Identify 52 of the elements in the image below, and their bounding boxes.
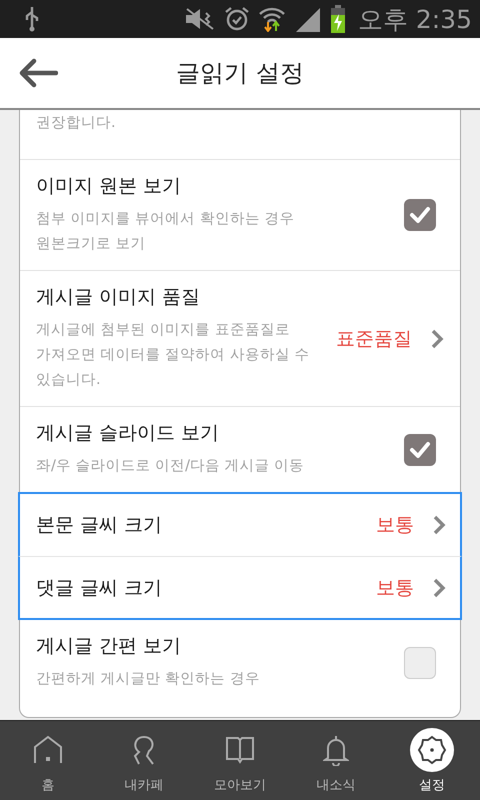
- nav-label: 모아보기: [214, 776, 266, 794]
- person-icon: [132, 734, 156, 766]
- nav-tab[interactable]: 설정: [384, 721, 480, 800]
- book-icon: [225, 734, 255, 764]
- setting-description: 간편하게 게시글만 확인하는 경우: [36, 670, 261, 689]
- setting-value: 표준품질: [336, 326, 412, 352]
- setting-title: 이미지 원본 보기: [36, 174, 182, 199]
- nav-tab[interactable]: 모아보기: [192, 721, 288, 800]
- chevron-right-icon: [430, 328, 444, 350]
- settings-icon: [410, 728, 454, 772]
- status-time: 오후 2:35: [358, 4, 472, 36]
- setting-row[interactable]: 게시글 간편 보기 간편하게 게시글만 확인하는 경우: [20, 620, 460, 700]
- nav-tab[interactable]: 내소식: [288, 721, 384, 800]
- setting-row[interactable]: 이미지 원본 보기 첨부 이미지를 뷰어에서 확인하는 경우 원본크기로 보기: [20, 159, 460, 270]
- home-icon: [33, 734, 63, 764]
- nav-tab[interactable]: 내카페: [96, 721, 192, 800]
- setting-description: 첨부 이미지를 뷰어에서 확인하는 경우 원본크기로 보기: [36, 210, 296, 254]
- setting-description: 권장합니다.: [36, 114, 117, 133]
- nav-label: 설정: [419, 776, 445, 794]
- nav-tab[interactable]: 홈: [0, 721, 96, 800]
- check-icon: [409, 440, 431, 458]
- checkbox[interactable]: [404, 434, 436, 466]
- setting-title: 게시글 슬라이드 보기: [36, 421, 220, 446]
- setting-row[interactable]: 게시글 슬라이드 보기 좌/우 슬라이드로 이전/다음 게시글 이동: [20, 406, 460, 492]
- setting-row[interactable]: 게시글 이미지 품질 게시글에 첨부된 이미지를 표준품질로 가져오면 데이터를 절약하여 사용하실 수 있습니다. 표준품질: [20, 270, 460, 406]
- wifi-icon: [258, 6, 286, 32]
- bell-icon: [323, 734, 349, 766]
- mute-icon: [184, 7, 216, 31]
- nav-label: 내카페: [124, 776, 164, 794]
- setting-title: 댓글 글씨 크기: [36, 576, 164, 600]
- setting-value: 보통: [376, 513, 414, 538]
- usb-icon: [24, 6, 40, 32]
- nav-label: 홈: [42, 776, 54, 794]
- check-icon: [409, 206, 431, 224]
- alarm-icon: [224, 6, 250, 32]
- checkbox[interactable]: [404, 199, 436, 231]
- setting-title: 본문 글씨 크기: [36, 513, 164, 538]
- signal-icon: [294, 6, 322, 32]
- battery-icon: [330, 5, 346, 33]
- checkbox[interactable]: [404, 646, 436, 678]
- nav-label: 내소식: [316, 776, 356, 794]
- focused-setting-row[interactable]: 댓글 글씨 크기 보통: [18, 556, 462, 620]
- screen-title: 글읽기 설정: [176, 58, 304, 89]
- setting-description: 게시글에 첨부된 이미지를 표준품질로 가져오면 데이터를 절약하여 사용하실 수 있습니다.: [36, 321, 310, 390]
- back-arrow-icon: [18, 58, 58, 88]
- setting-description: 좌/우 슬라이드로 이전/다음 게시글 이동: [36, 457, 306, 476]
- setting-value: 보통: [376, 576, 414, 600]
- setting-title: 게시글 간편 보기: [36, 634, 182, 659]
- chevron-right-icon: [432, 514, 446, 536]
- setting-title: 게시글 이미지 품질: [36, 285, 202, 310]
- focused-setting-row[interactable]: 본문 글씨 크기 보통: [18, 492, 462, 556]
- chevron-right-icon: [432, 576, 446, 598]
